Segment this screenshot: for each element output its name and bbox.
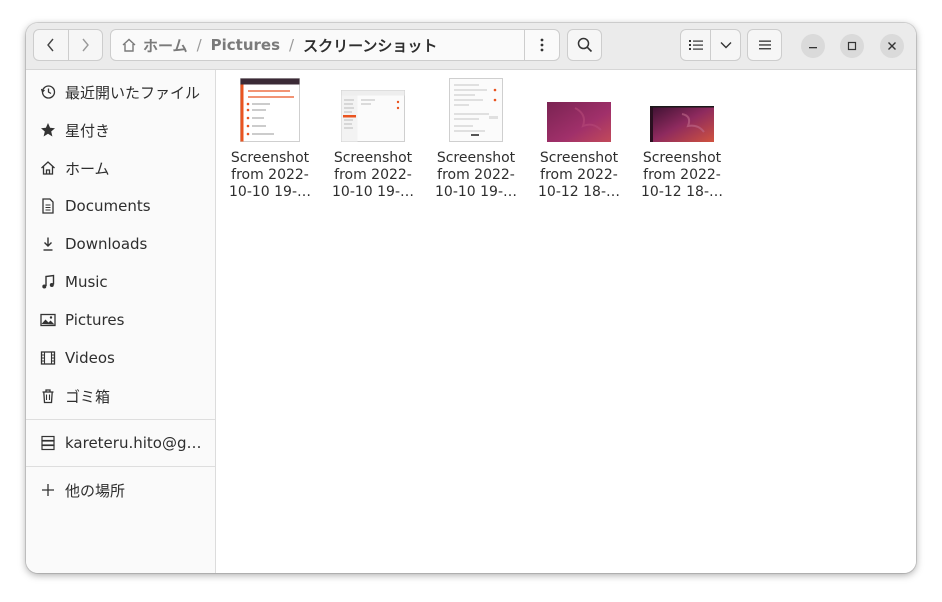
file-view: Screenshot from 2022- 10-10 19-… Screens… xyxy=(216,70,916,573)
sidebar-item-label: Music xyxy=(65,273,108,291)
file-item[interactable]: Screenshot from 2022- 10-10 19-… xyxy=(220,76,320,201)
sidebar-item-trash[interactable]: ゴミ箱 xyxy=(26,377,215,415)
breadcrumb-home[interactable]: ホーム xyxy=(143,35,188,56)
maximize-button[interactable] xyxy=(840,34,864,58)
path-bar: ホーム / Pictures / スクリーンショット xyxy=(110,29,560,61)
more-vertical-icon xyxy=(540,38,544,52)
chevron-down-icon xyxy=(720,42,731,49)
close-button[interactable] xyxy=(880,34,904,58)
header-bar: ホーム / Pictures / スクリーンショット xyxy=(26,23,916,70)
sidebar-item-label: 星付き xyxy=(65,121,111,140)
file-item[interactable]: Screenshot from 2022- 10-10 19-… xyxy=(323,76,423,201)
search-button[interactable] xyxy=(567,29,602,61)
file-thumbnail xyxy=(323,76,423,142)
search-icon xyxy=(577,37,592,53)
trash-icon xyxy=(39,387,57,405)
sidebar-item-recent[interactable]: 最近開いたファイル xyxy=(26,73,215,111)
sidebar-item-home[interactable]: ホーム xyxy=(26,149,215,187)
sidebar-item-network-account[interactable]: kareteru.hito@g… xyxy=(26,424,215,462)
minimize-icon xyxy=(809,47,817,49)
sidebar-item-label: Downloads xyxy=(65,235,148,253)
music-icon xyxy=(39,273,57,291)
sidebar-divider xyxy=(26,466,215,467)
sidebar-item-label: Videos xyxy=(65,349,115,367)
file-item[interactable]: Screenshot from 2022- 10-10 19-… xyxy=(426,76,526,201)
sidebar-item-pictures[interactable]: Pictures xyxy=(26,301,215,339)
forward-button[interactable] xyxy=(69,30,103,60)
file-item[interactable]: Screenshot from 2022- 10-12 18-… xyxy=(632,76,732,201)
sidebar-item-music[interactable]: Music xyxy=(26,263,215,301)
file-thumbnail xyxy=(426,76,526,142)
breadcrumb-current[interactable]: スクリーンショット xyxy=(303,35,437,56)
sidebar-item-videos[interactable]: Videos xyxy=(26,339,215,377)
sidebar-divider xyxy=(26,419,215,420)
server-icon xyxy=(39,434,57,452)
file-thumbnail xyxy=(220,76,320,142)
sidebar-item-other-locations[interactable]: 他の場所 xyxy=(26,471,215,509)
chevron-right-icon xyxy=(82,38,90,52)
list-view-button[interactable] xyxy=(681,30,711,60)
file-name: Screenshot from 2022- 10-10 19-… xyxy=(332,150,414,200)
sidebar-item-label: ゴミ箱 xyxy=(65,387,111,406)
sidebar-item-starred[interactable]: 星付き xyxy=(26,111,215,149)
sidebar-item-label: ホーム xyxy=(65,159,110,178)
sidebar: 最近開いたファイル 星付き ホーム Documents Downloads Mu… xyxy=(26,70,216,573)
list-icon xyxy=(688,40,703,50)
chevron-left-icon xyxy=(46,38,54,52)
video-icon xyxy=(39,349,57,367)
file-name: Screenshot from 2022- 10-10 19-… xyxy=(229,150,311,200)
file-name: Screenshot from 2022- 10-10 19-… xyxy=(435,150,517,200)
sidebar-item-label: 他の場所 xyxy=(65,481,126,500)
hamburger-menu-icon xyxy=(758,40,771,50)
file-item[interactable]: Screenshot from 2022- 10-12 18-… xyxy=(529,76,629,201)
sidebar-item-label: Pictures xyxy=(65,311,125,329)
document-icon xyxy=(39,197,57,215)
minimize-button[interactable] xyxy=(801,34,825,58)
file-thumbnail xyxy=(632,76,732,142)
star-icon xyxy=(39,121,57,139)
sidebar-item-downloads[interactable]: Downloads xyxy=(26,225,215,263)
file-thumbnail xyxy=(529,76,629,142)
view-toggle xyxy=(680,29,741,61)
home-icon xyxy=(39,159,57,177)
sidebar-item-label: Documents xyxy=(65,197,151,215)
file-name: Screenshot from 2022- 10-12 18-… xyxy=(641,150,723,200)
navigation-buttons xyxy=(33,29,103,61)
home-icon xyxy=(121,37,137,53)
picture-icon xyxy=(39,311,57,329)
download-icon xyxy=(39,235,57,253)
breadcrumb-separator: / xyxy=(196,36,202,54)
view-options-button[interactable] xyxy=(711,30,740,60)
file-name: Screenshot from 2022- 10-12 18-… xyxy=(538,150,620,200)
file-manager-window: ホーム / Pictures / スクリーンショット 最近開いたファイル 星付き… xyxy=(26,23,916,573)
clock-icon xyxy=(39,83,57,101)
sidebar-item-label: kareteru.hito@g… xyxy=(65,434,202,452)
main-menu-button[interactable] xyxy=(747,29,782,61)
sidebar-item-label: 最近開いたファイル xyxy=(65,83,201,102)
close-icon xyxy=(888,42,896,50)
breadcrumb-separator: / xyxy=(289,36,295,54)
plus-icon xyxy=(39,481,57,499)
breadcrumb-pictures[interactable]: Pictures xyxy=(211,36,280,54)
back-button[interactable] xyxy=(34,30,69,60)
sidebar-item-documents[interactable]: Documents xyxy=(26,187,215,225)
maximize-icon xyxy=(847,41,857,51)
path-menu-button[interactable] xyxy=(524,30,559,60)
